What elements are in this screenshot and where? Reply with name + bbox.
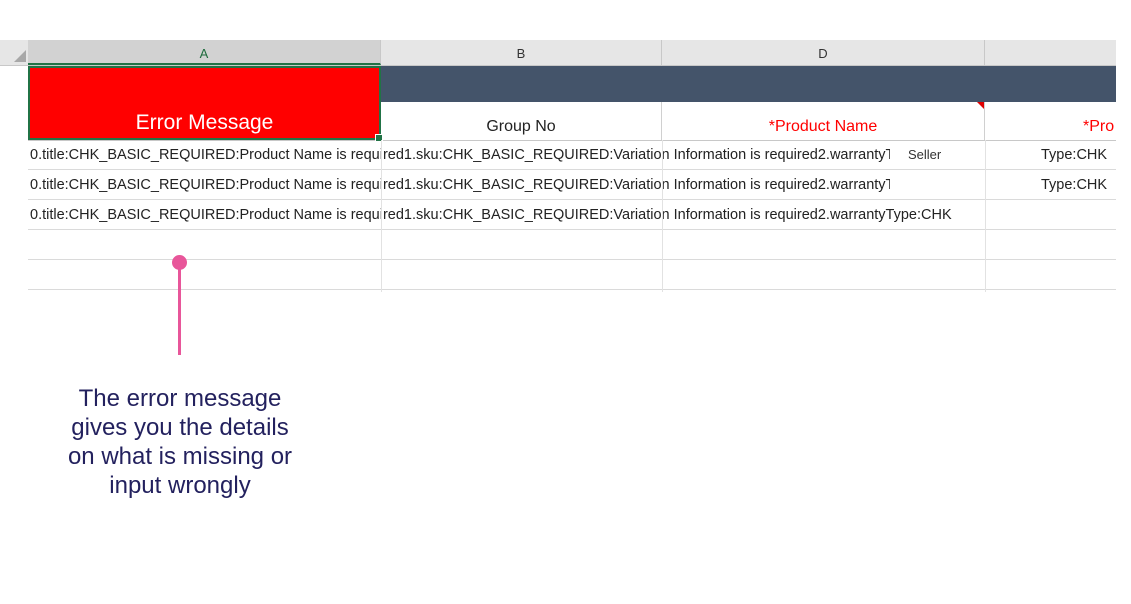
select-all-corner[interactable] [0,40,28,65]
table-row[interactable] [28,230,1116,260]
spreadsheet: A B D Group No *Product Name *Pro Error … [0,24,1116,292]
annotation-pointer-dot [172,255,187,270]
column-header-d[interactable]: D [662,40,985,65]
top-strip [0,0,322,24]
header-cell-product-name[interactable]: *Product Name [662,102,985,140]
header-cell-group-no[interactable]: Group No [381,102,662,140]
gridline [985,140,986,292]
gridline [381,140,382,292]
overlay-patch [890,171,1040,198]
header-product-name-label: *Product Name [768,118,878,135]
error-message-label: Error Message [135,111,274,134]
seller-label: Seller [908,147,942,162]
error-text-cell[interactable]: 0.title:CHK_BASIC_REQUIRED:Product Name … [30,140,952,170]
column-header-next[interactable] [985,40,1116,65]
column-header-b[interactable]: B [381,40,662,65]
comment-indicator-icon [977,102,984,109]
table-row[interactable] [28,260,1116,290]
annotation-text: The error message gives you the details … [67,385,293,499]
table-row[interactable]: 0.title:CHK_BASIC_REQUIRED:Product Name … [28,170,1116,200]
gridline [662,140,663,292]
table-row[interactable]: 0.title:CHK_BASIC_REQUIRED:Product Name … [28,200,1116,230]
error-text-cell[interactable]: 0.title:CHK_BASIC_REQUIRED:Product Name … [30,170,952,200]
column-header-a[interactable]: A [28,40,381,65]
error-text-cell[interactable]: 0.title:CHK_BASIC_REQUIRED:Product Name … [30,200,952,230]
header-cell-partial[interactable]: *Pro [985,102,1116,140]
table-row[interactable]: 0.title:CHK_BASIC_REQUIRED:Product Name … [28,140,1116,170]
row-tail-text: Type:CHK [1041,177,1108,193]
select-all-icon [14,50,26,62]
row-tail-text: Type:CHK [1041,147,1108,163]
column-header-row: A B D [0,40,1116,66]
error-message-cell[interactable]: Error Message [28,66,383,142]
annotation-pointer-line [178,265,181,355]
